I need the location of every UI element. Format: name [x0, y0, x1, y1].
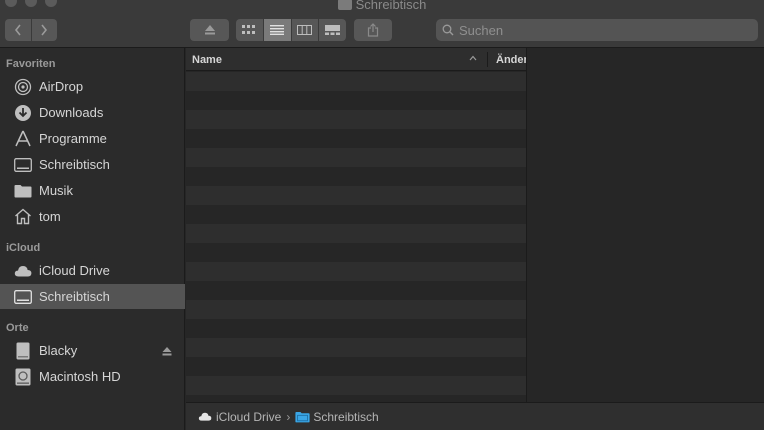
chevron-right-icon: › — [286, 409, 291, 424]
search-icon — [442, 24, 454, 36]
sidebar-item-label: AirDrop — [39, 79, 84, 94]
eject-button[interactable] — [190, 19, 229, 41]
sidebar-item-label: Downloads — [39, 105, 104, 120]
sidebar-item-blacky[interactable]: Blacky — [0, 338, 185, 363]
sidebar-item-label: Musik — [39, 183, 73, 198]
sidebar-item-airdrop[interactable]: AirDrop — [0, 74, 185, 99]
sidebar-section-locations: Orte — [6, 322, 29, 334]
column-header-name[interactable]: Name — [192, 54, 222, 66]
sidebar-item-label: iCloud Drive — [39, 263, 110, 278]
column-view-button[interactable] — [290, 19, 319, 41]
forward-button[interactable] — [30, 19, 57, 41]
sidebar-section-icloud: iCloud — [6, 242, 41, 254]
empty-list-rows[interactable] — [186, 72, 526, 402]
path-item-icloud-drive[interactable]: iCloud Drive — [198, 410, 281, 424]
column-view-icon — [297, 25, 313, 35]
file-list: Name Änder — [186, 48, 526, 402]
chevron-right-icon — [41, 24, 48, 36]
sidebar-item-label: tom — [39, 209, 61, 224]
desktop-folder-icon — [337, 0, 352, 10]
sidebar-item-applications[interactable]: Programme — [0, 126, 185, 151]
column-divider[interactable] — [487, 52, 488, 67]
path-item-desktop[interactable]: Schreibtisch — [295, 409, 379, 424]
share-icon — [367, 23, 379, 37]
path-item-label: iCloud Drive — [216, 409, 282, 424]
search-field[interactable] — [436, 19, 758, 41]
eject-icon[interactable] — [162, 344, 172, 359]
external-drive-icon — [13, 342, 33, 360]
sidebar-item-label: Programme — [39, 131, 107, 146]
back-button[interactable] — [5, 19, 31, 41]
sidebar-item-label: Schreibtisch — [39, 157, 110, 172]
search-input[interactable] — [459, 22, 749, 38]
cloud-icon — [198, 412, 212, 421]
list-view-button[interactable] — [262, 19, 291, 41]
sidebar-item-music[interactable]: Musik — [0, 178, 185, 203]
navigation-buttons — [5, 19, 57, 41]
downloads-icon — [13, 104, 33, 122]
sidebar-item-icloud-desktop[interactable]: Schreibtisch — [0, 284, 185, 309]
sidebar-item-label: Schreibtisch — [39, 289, 110, 304]
sidebar-item-macintosh-hd[interactable]: Macintosh HD — [0, 364, 185, 389]
airdrop-icon — [13, 78, 33, 96]
hard-drive-icon — [13, 368, 33, 386]
desktop-icon — [13, 288, 33, 306]
share-button[interactable] — [354, 19, 392, 41]
cloud-icon — [13, 262, 33, 280]
eject-icon — [204, 25, 215, 35]
window-title: Schreibtisch — [0, 0, 764, 12]
preview-pane — [527, 48, 764, 402]
icon-view-button[interactable] — [236, 19, 263, 41]
chevron-left-icon — [14, 24, 21, 36]
sidebar-section-favorites: Favoriten — [6, 58, 56, 70]
column-header-modified[interactable]: Änder — [496, 54, 526, 66]
desktop-icon — [13, 156, 33, 174]
path-bar: iCloud Drive › Schreibtisch — [186, 402, 764, 430]
list-view-icon — [270, 25, 285, 35]
sort-ascending-icon[interactable] — [469, 53, 477, 64]
sidebar-item-icloud-drive[interactable]: iCloud Drive — [0, 258, 185, 283]
sidebar-item-downloads[interactable]: Downloads — [0, 100, 185, 125]
view-mode-selector — [236, 19, 346, 41]
path-item-label: Schreibtisch — [313, 409, 379, 424]
folder-icon — [295, 411, 310, 422]
gallery-view-icon — [325, 25, 341, 35]
toolbar: Schreibtisch — [0, 0, 764, 48]
column-header-row: Name Änder — [186, 48, 526, 71]
sidebar-item-home[interactable]: tom — [0, 204, 185, 229]
sidebar-item-desktop[interactable]: Schreibtisch — [0, 152, 185, 177]
sidebar-item-label: Macintosh HD — [39, 369, 121, 384]
sidebar: Favoriten AirDrop Downloads Programme Sc… — [0, 48, 185, 430]
applications-icon — [13, 130, 33, 148]
gallery-view-button[interactable] — [318, 19, 346, 41]
icon-view-icon — [242, 25, 256, 34]
folder-icon — [13, 182, 33, 200]
home-icon — [13, 208, 33, 226]
sidebar-item-label: Blacky — [39, 343, 78, 358]
